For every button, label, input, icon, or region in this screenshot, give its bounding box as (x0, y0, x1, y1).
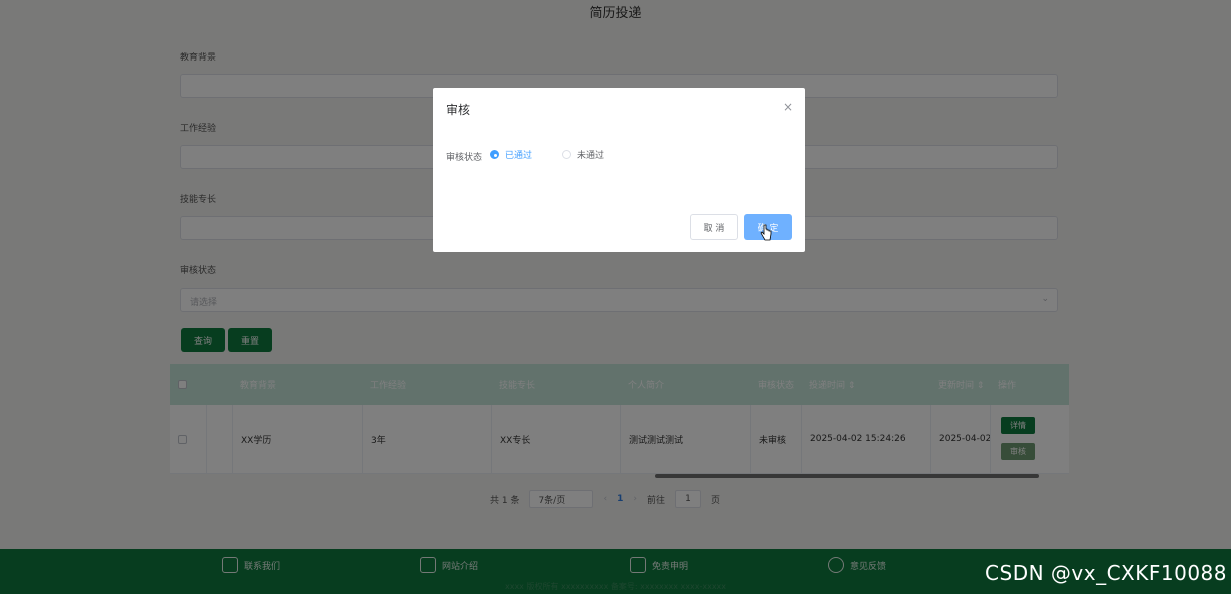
radio-pass-dot[interactable] (490, 150, 499, 159)
radio-fail-dot[interactable] (562, 150, 571, 159)
radio-fail[interactable]: 未通过 (562, 148, 604, 161)
dialog-status-label: 审核状态 (446, 153, 483, 163)
radio-pass-label: 已通过 (505, 151, 533, 161)
hand-cursor-icon (760, 224, 772, 241)
audit-dialog: 审核 × 审核状态 已通过 未通过 取 消 确 定 (433, 88, 805, 252)
dialog-title: 审核 (446, 103, 471, 117)
cancel-button[interactable]: 取 消 (690, 214, 738, 240)
watermark: CSDN @vx_CXKF10088 (985, 561, 1227, 585)
close-icon[interactable]: × (783, 100, 793, 114)
radio-fail-label: 未通过 (577, 151, 605, 161)
radio-pass[interactable]: 已通过 (490, 148, 532, 161)
